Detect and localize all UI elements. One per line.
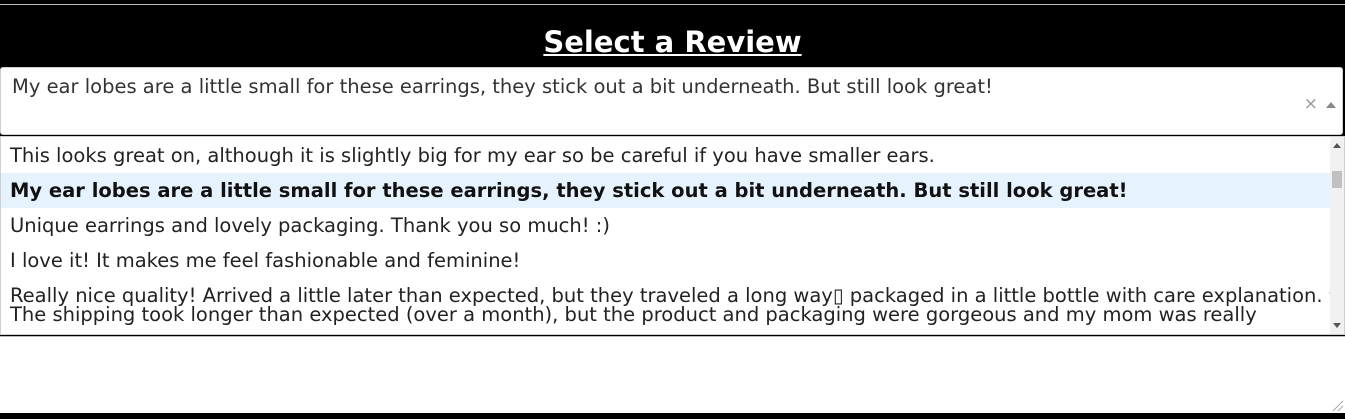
resize-grip-icon[interactable] (1333, 401, 1343, 411)
options-scrollbar[interactable] (1330, 137, 1344, 334)
scroll-up-icon[interactable] (1333, 143, 1341, 148)
review-option[interactable]: This looks great on, although it is slig… (1, 138, 1331, 173)
review-option[interactable]: I love it! It makes me feel fashionable … (1, 243, 1331, 278)
review-option[interactable]: Unique earrings and lovely packaging. Th… (1, 208, 1331, 243)
top-divider (0, 4, 1345, 5)
clear-icon[interactable]: × (1304, 96, 1318, 113)
scroll-down-icon[interactable] (1333, 323, 1341, 328)
content-area (0, 336, 1345, 413)
review-select[interactable]: My ear lobes are a little small for thes… (0, 67, 1343, 135)
review-options-list[interactable]: This looks great on, although it is slig… (0, 136, 1345, 335)
dropdown-arrow-up-icon[interactable] (1326, 102, 1336, 108)
review-option-selected[interactable]: My ear lobes are a little small for thes… (1, 173, 1331, 208)
review-option[interactable]: The shipping took longer than expected (… (1, 297, 1331, 332)
scroll-thumb[interactable] (1332, 171, 1342, 188)
page-title: Select a Review (543, 25, 802, 59)
selected-review-value: My ear lobes are a little small for thes… (12, 75, 993, 98)
